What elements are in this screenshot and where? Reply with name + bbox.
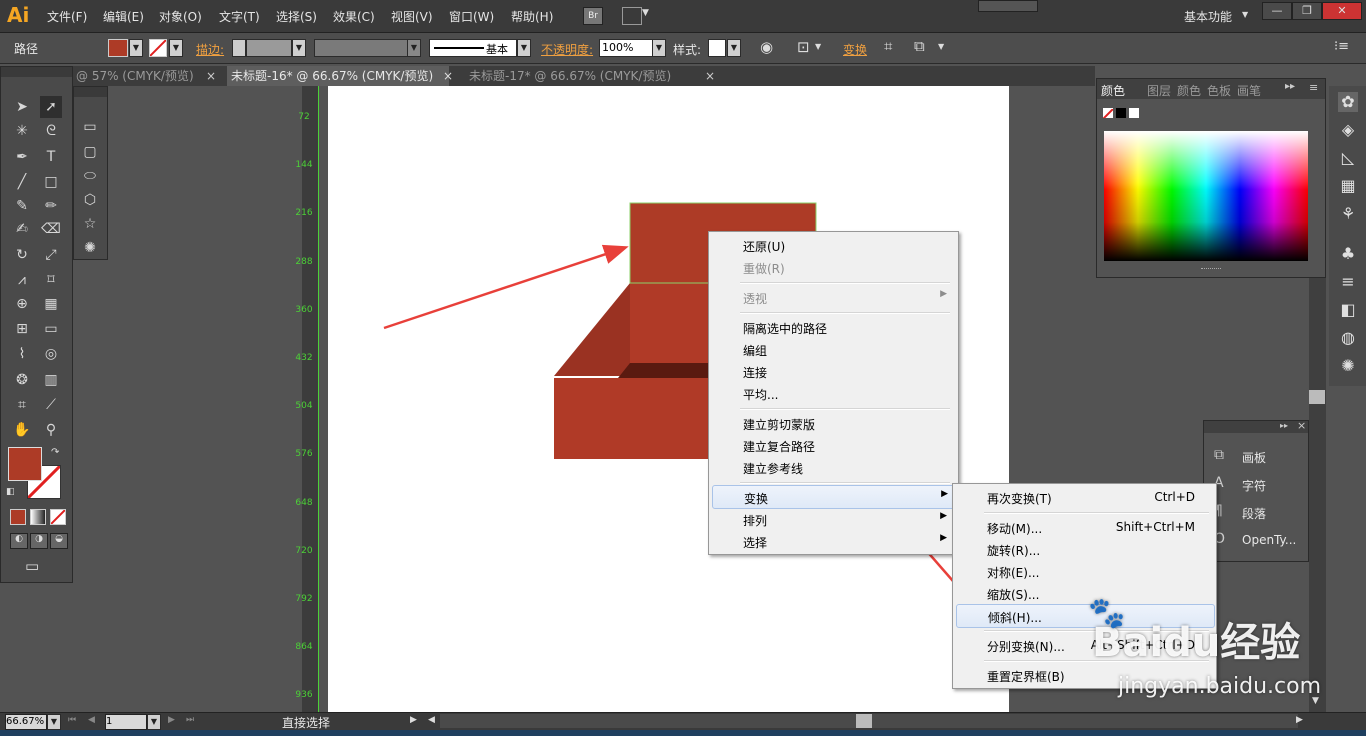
current-tool-label: 直接选择 bbox=[282, 716, 331, 730]
menu-item-clipping-mask[interactable]: 建立剪切蒙版 bbox=[712, 412, 955, 434]
watermark-url: jingyan.baidu.com bbox=[1118, 674, 1322, 699]
menu-item-group[interactable]: 编组 bbox=[712, 338, 955, 360]
menu-separator bbox=[740, 408, 950, 410]
page-input[interactable]: 1 bbox=[105, 714, 147, 730]
arrow-to-rectangle bbox=[383, 244, 629, 330]
menu-item-redo: 重做(R) bbox=[743, 262, 785, 276]
prev-page-icon[interactable]: ◀ bbox=[88, 715, 95, 725]
menu-item-arrange[interactable]: 排列 ▶ bbox=[712, 508, 955, 530]
scroll-right-icon[interactable]: ▶ bbox=[1296, 715, 1303, 725]
menu-item-make-guides[interactable]: 建立参考线 bbox=[712, 456, 955, 478]
menu-item-scale[interactable]: 缩放(S)... bbox=[956, 582, 1213, 604]
first-page-icon[interactable]: ⏮ bbox=[68, 715, 76, 725]
next-page-icon[interactable]: ▶ bbox=[168, 715, 175, 725]
scrollbar-thumb[interactable] bbox=[856, 714, 872, 728]
status-bar: 66.67% ▼ ⏮ ◀ 1 ▼ ▶ ⏭ 直接选择 ▶ ◀ ▶ bbox=[0, 712, 1366, 731]
menu-item-average[interactable]: 平均... bbox=[712, 382, 955, 404]
paw-icon: 🐾 bbox=[1088, 596, 1126, 631]
menu-item-perspective: 透视 ▶ bbox=[743, 289, 947, 306]
os-taskbar bbox=[0, 730, 1366, 736]
menu-item-select[interactable]: 选择 ▶ bbox=[712, 530, 955, 552]
last-page-icon[interactable]: ⏭ bbox=[186, 715, 194, 725]
zoom-input[interactable]: 66.67% bbox=[5, 714, 47, 730]
menu-separator bbox=[740, 482, 950, 484]
menu-item-compound-path[interactable]: 建立复合路径 bbox=[712, 434, 955, 456]
page-dropdown[interactable]: ▼ bbox=[147, 714, 161, 730]
menu-item-reflect[interactable]: 对称(E)... bbox=[956, 560, 1213, 582]
menu-separator bbox=[984, 512, 1209, 514]
menu-item-transform-again[interactable]: 再次变换(T) Ctrl+D bbox=[956, 486, 1213, 508]
menu-item-join[interactable]: 连接 bbox=[712, 360, 955, 382]
menu-item-transform[interactable]: 变换 ▶ bbox=[712, 485, 957, 509]
menu-item-isolate-path[interactable]: 隔离选中的路径 bbox=[712, 316, 955, 338]
status-menu-icon[interactable]: ▶ bbox=[410, 715, 417, 725]
fill-color-box-front[interactable] bbox=[8, 447, 42, 481]
menu-item-rotate[interactable]: 旋转(R)... bbox=[956, 538, 1213, 560]
scroll-left-icon[interactable]: ◀ bbox=[428, 715, 435, 725]
menu-item-undo[interactable]: 还原(U) bbox=[712, 234, 955, 256]
context-menu: 还原(U) 重做(R) 透视 ▶ 隔离选中的路径 编组 连接 平均... 建立剪切… bbox=[708, 231, 959, 555]
menu-separator bbox=[740, 282, 950, 284]
menu-separator bbox=[740, 312, 950, 314]
menu-item-move[interactable]: 移动(M)... Shift+Ctrl+M bbox=[956, 516, 1213, 538]
zoom-dropdown[interactable]: ▼ bbox=[47, 714, 61, 730]
